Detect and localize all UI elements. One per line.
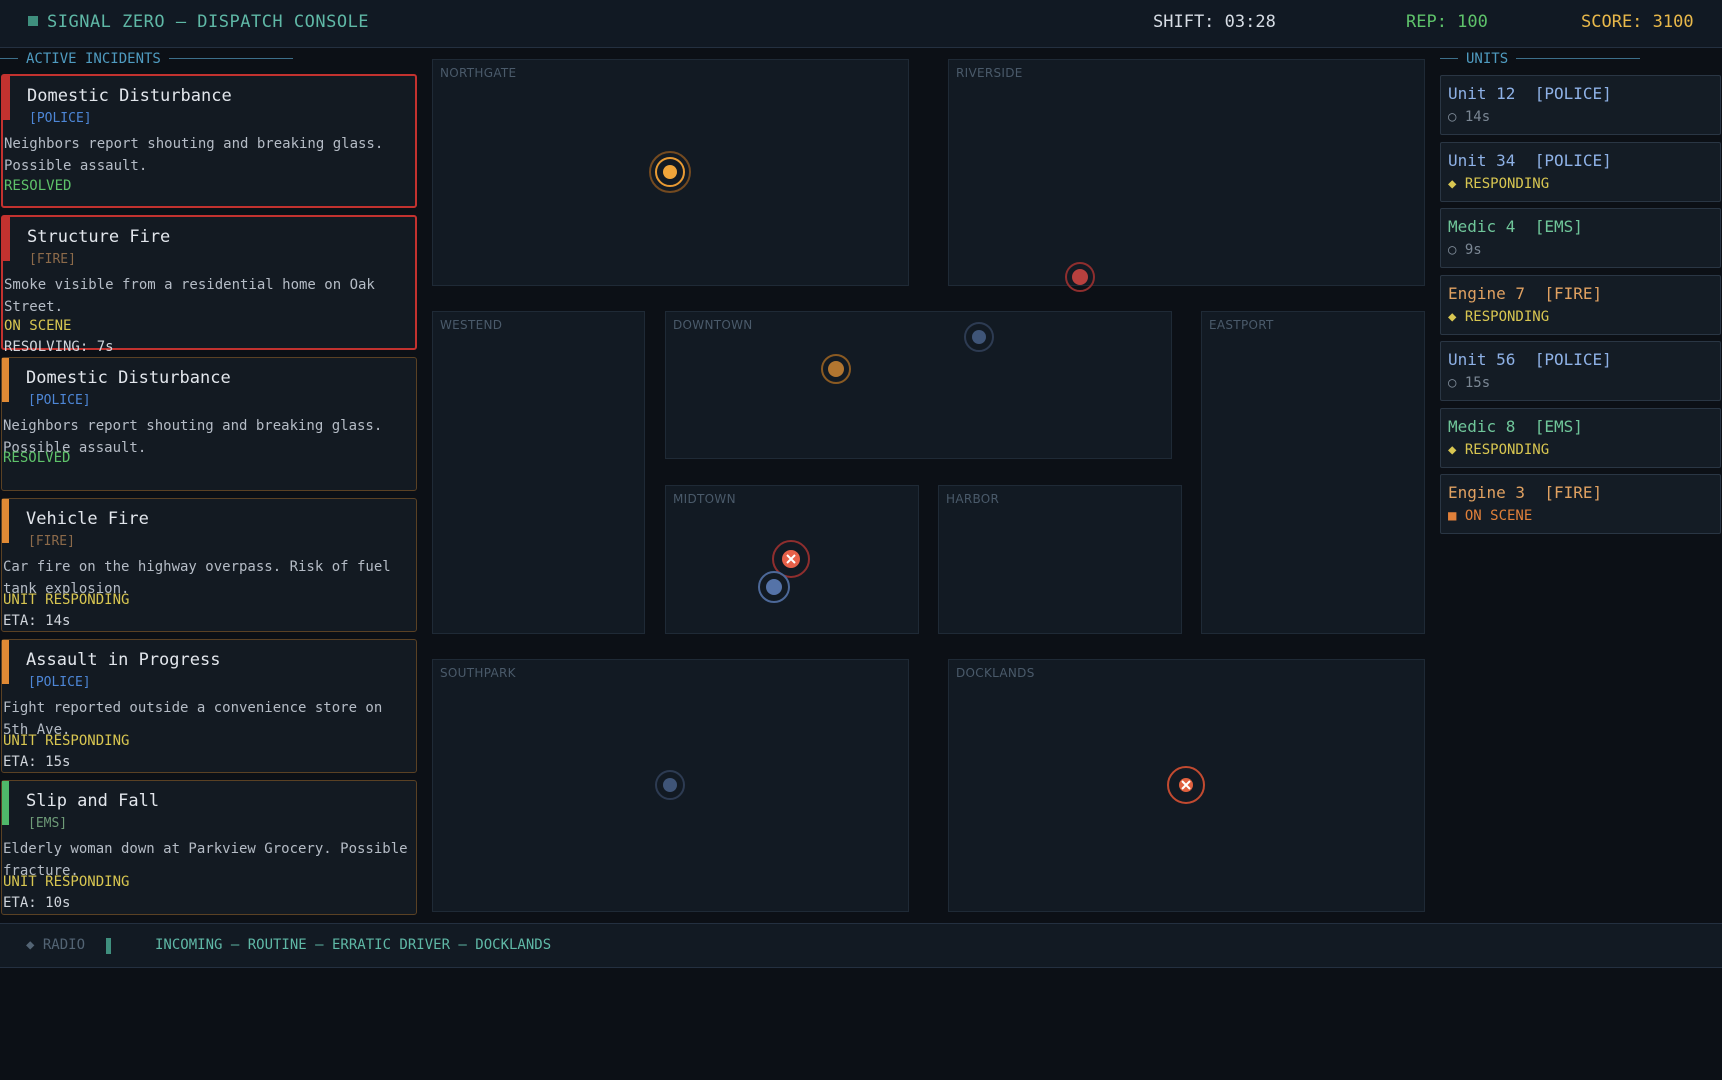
incident-title: Vehicle Fire (26, 509, 149, 529)
incident-type: [EMS] (28, 816, 68, 831)
radio-bar: ◆ RADIO INCOMING — ROUTINE — ERRATIC DRI… (0, 923, 1722, 968)
incident-type: [FIRE] (29, 252, 76, 267)
incident-eta: ETA: 14s (3, 613, 71, 629)
unit-card[interactable]: Engine 3 [FIRE] ■ ON SCENE (1440, 474, 1721, 534)
unit-name: Medic 4 [EMS] (1448, 217, 1583, 236)
unit-card[interactable]: Medic 4 [EMS] ○ 9s (1440, 208, 1721, 268)
incident-marker-onscene[interactable] (1165, 764, 1207, 806)
unit-card[interactable]: Unit 12 [POLICE] ○ 14s (1440, 75, 1721, 135)
unit-name: Engine 3 [FIRE] (1448, 483, 1603, 502)
unit-status: ○ 15s (1448, 375, 1491, 391)
unit-status: ◆ RESPONDING (1448, 176, 1550, 192)
unit-marker-idle[interactable] (963, 321, 995, 353)
severity-stripe (2, 640, 9, 684)
unit-name: Unit 34 [POLICE] (1448, 151, 1612, 170)
incident-title: Assault in Progress (26, 650, 221, 670)
district-label: HARBOR (946, 492, 1000, 506)
shift-timer: SHIFT: 03:28 (1153, 12, 1276, 32)
district-label: NORTHGATE (440, 66, 517, 80)
incident-type: [FIRE] (28, 534, 75, 549)
status-square-icon (28, 16, 38, 26)
incident-card[interactable]: Structure Fire [FIRE] Smoke visible from… (1, 215, 417, 355)
severity-stripe (3, 217, 10, 261)
incident-card[interactable]: Domestic Disturbance [POLICE] Neighbors … (1, 74, 417, 208)
incident-status: ON SCENE (4, 318, 72, 334)
district-label: SOUTHPARK (440, 666, 516, 680)
incident-eta: ETA: 15s (3, 754, 71, 770)
incident-status: UNIT RESPONDING (3, 733, 130, 749)
incident-timer: RESOLVING: 7s (4, 339, 114, 355)
district-label: WESTEND (440, 318, 503, 332)
incident-marker-active[interactable] (648, 150, 692, 194)
unit-name: Engine 7 [FIRE] (1448, 284, 1603, 303)
unit-status: ◆ RESPONDING (1448, 442, 1550, 458)
incident-status: UNIT RESPONDING (3, 874, 130, 890)
reputation: REP: 100 (1406, 12, 1488, 32)
unit-status: ○ 9s (1448, 242, 1482, 258)
district-label: EASTPORT (1209, 318, 1274, 332)
unit-card[interactable]: Unit 34 [POLICE] ◆ RESPONDING (1440, 142, 1721, 202)
district-harbor[interactable]: HARBOR (938, 485, 1182, 634)
unit-marker-responding[interactable] (757, 570, 791, 604)
incident-description: Neighbors report shouting and breaking g… (4, 136, 384, 174)
incident-marker-responding[interactable] (820, 353, 852, 385)
incident-title: Domestic Disturbance (26, 368, 231, 388)
unit-card[interactable]: Engine 7 [FIRE] ◆ RESPONDING (1440, 275, 1721, 335)
district-riverside[interactable]: RIVERSIDE (948, 59, 1425, 286)
incident-type: [POLICE] (28, 675, 91, 690)
incident-title: Structure Fire (27, 227, 171, 247)
radio-label: ◆ RADIO (26, 937, 86, 953)
district-label: MIDTOWN (673, 492, 736, 506)
incidents-heading: ACTIVE INCIDENTS (0, 51, 293, 67)
unit-name: Unit 56 [POLICE] (1448, 350, 1612, 369)
incident-type: [POLICE] (28, 393, 91, 408)
radio-message: INCOMING — ROUTINE — ERRATIC DRIVER — DO… (155, 937, 552, 953)
app-title: SIGNAL ZERO — DISPATCH CONSOLE (28, 12, 369, 32)
district-label: DOCKLANDS (956, 666, 1035, 680)
incident-card[interactable]: Assault in Progress [POLICE] Fight repor… (1, 639, 417, 773)
unit-card[interactable]: Medic 8 [EMS] ◆ RESPONDING (1440, 408, 1721, 468)
incident-marker-critical[interactable] (1064, 261, 1096, 293)
severity-stripe (2, 499, 9, 543)
unit-card[interactable]: Unit 56 [POLICE] ○ 15s (1440, 341, 1721, 401)
incident-description: Smoke visible from a residential home on… (4, 277, 375, 315)
severity-stripe (2, 781, 9, 825)
severity-stripe (2, 358, 9, 402)
incident-status: RESOLVED (3, 450, 71, 466)
unit-status: ○ 14s (1448, 109, 1491, 125)
unit-name: Medic 8 [EMS] (1448, 417, 1583, 436)
incident-title: Slip and Fall (26, 791, 160, 811)
incident-card[interactable]: Vehicle Fire [FIRE] Car fire on the high… (1, 498, 417, 632)
unit-marker-idle[interactable] (654, 769, 686, 801)
units-heading: UNITS (1440, 51, 1641, 67)
district-downtown[interactable]: DOWNTOWN (665, 311, 1172, 459)
incident-card[interactable]: Domestic Disturbance [POLICE] Neighbors … (1, 357, 417, 491)
unit-name: Unit 12 [POLICE] (1448, 84, 1612, 103)
unit-status: ■ ON SCENE (1448, 508, 1533, 524)
district-label: RIVERSIDE (956, 66, 1023, 80)
score: SCORE: 3100 (1581, 12, 1694, 32)
incident-card[interactable]: Slip and Fall [EMS] Elderly woman down a… (1, 780, 417, 915)
district-eastport[interactable]: EASTPORT (1201, 311, 1425, 634)
incident-eta: ETA: 10s (3, 895, 71, 911)
severity-stripe (3, 76, 10, 120)
incident-type: [POLICE] (29, 111, 92, 126)
district-label: DOWNTOWN (673, 318, 753, 332)
incident-status: RESOLVED (4, 178, 72, 194)
incident-status: UNIT RESPONDING (3, 592, 130, 608)
top-bar: SIGNAL ZERO — DISPATCH CONSOLE SHIFT: 03… (0, 0, 1722, 48)
unit-status: ◆ RESPONDING (1448, 309, 1550, 325)
radio-signal-icon (106, 938, 111, 954)
incident-title: Domestic Disturbance (27, 86, 232, 106)
district-westend[interactable]: WESTEND (432, 311, 645, 634)
